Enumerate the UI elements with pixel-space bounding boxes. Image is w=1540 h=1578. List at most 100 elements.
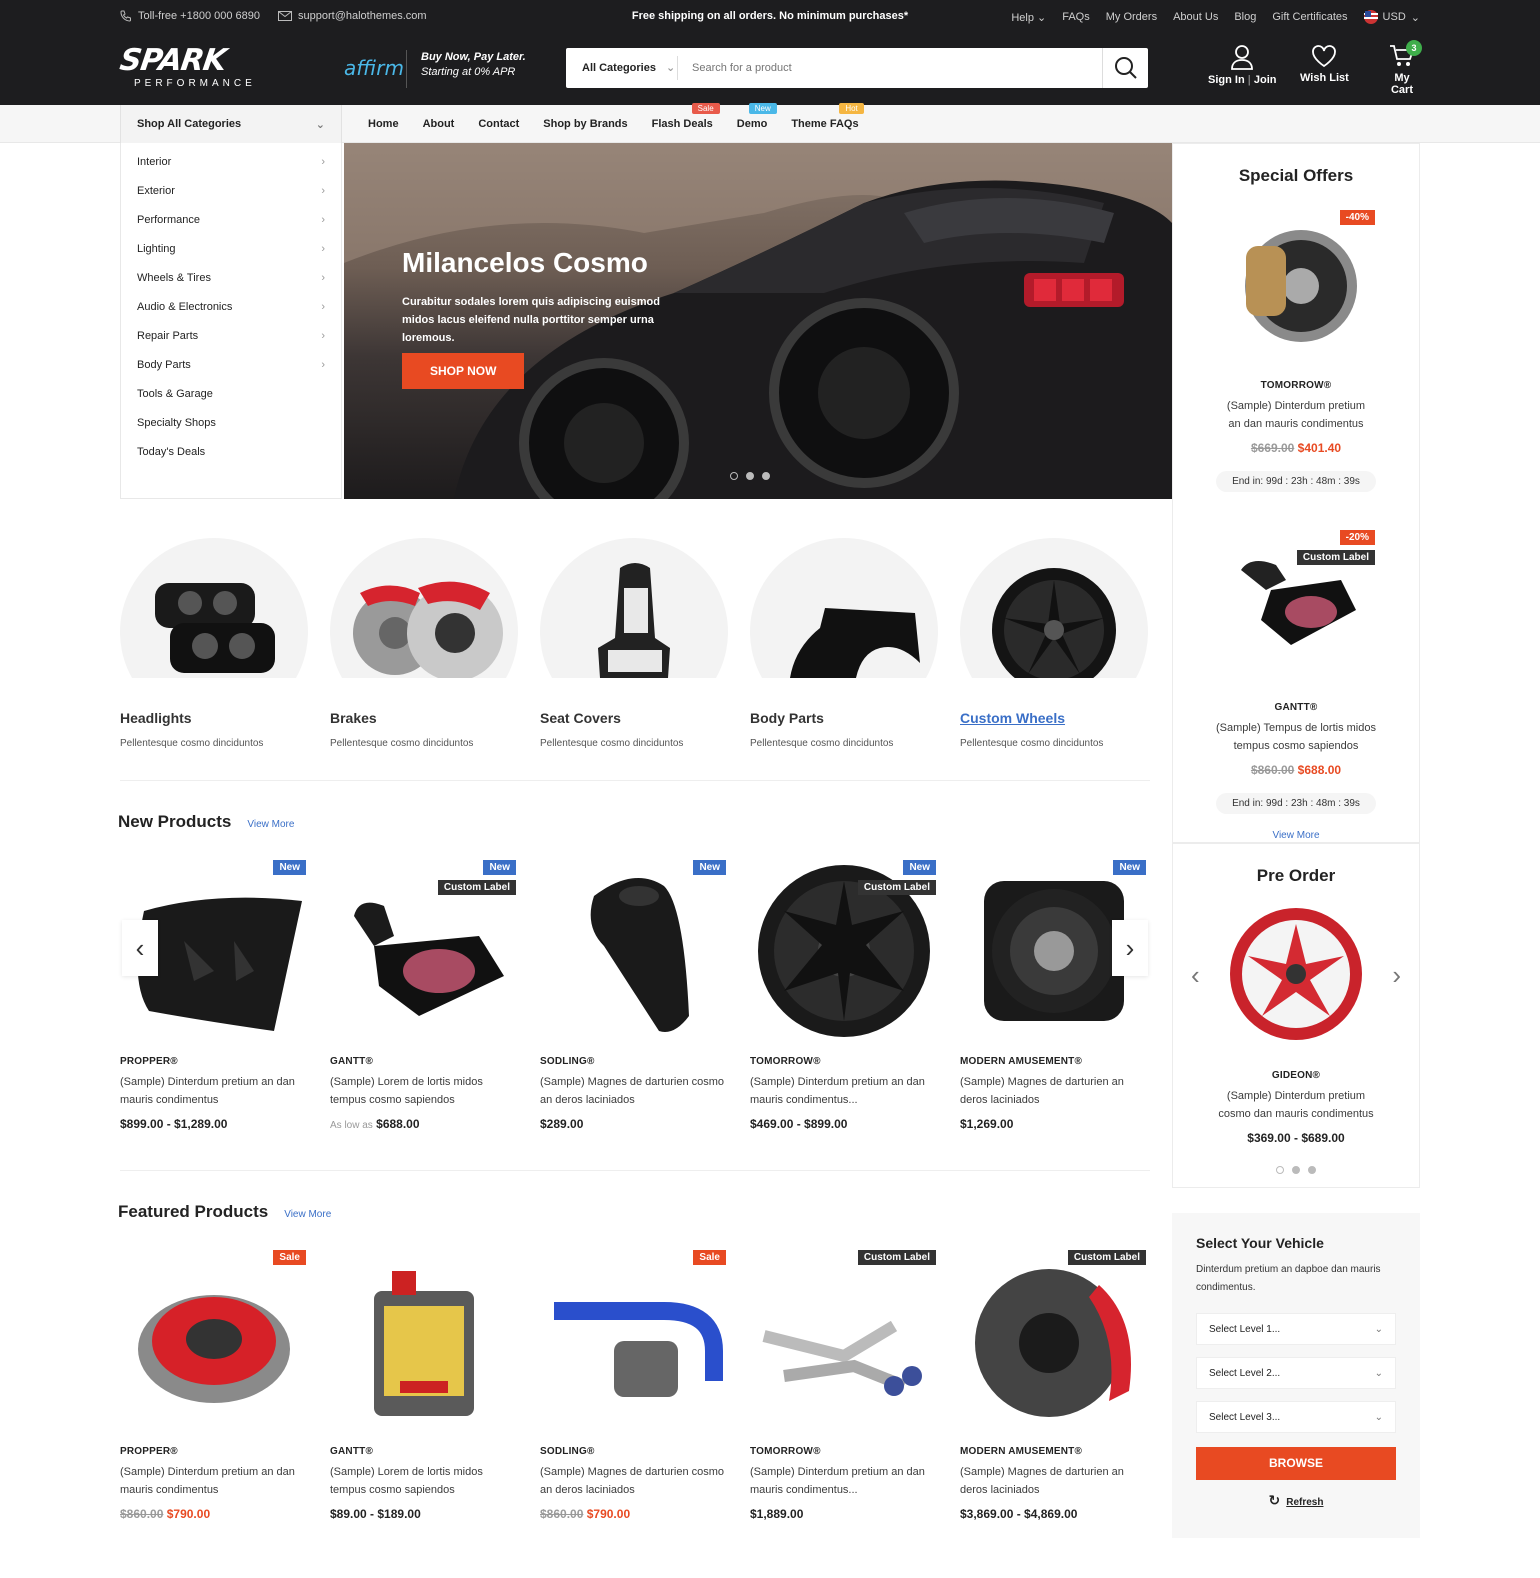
preorder-prev-button[interactable]: ‹	[1191, 960, 1200, 991]
browse-button[interactable]: BROWSE	[1196, 1447, 1396, 1480]
help-link[interactable]: Help ⌄	[1011, 11, 1046, 24]
carousel-next-button[interactable]: ›	[1112, 920, 1148, 976]
preorder-product-image[interactable]: ‹ ›	[1173, 904, 1419, 1054]
blog-link[interactable]: Blog	[1234, 11, 1256, 23]
shop-all-categories-button[interactable]: Shop All Categories ⌄	[120, 105, 342, 143]
product-name[interactable]: (Sample) Magnes de darturien an deros la…	[960, 1463, 1148, 1499]
sidebar-item-audio-electronics[interactable]: Audio & Electronics ›	[121, 292, 341, 321]
cart-link[interactable]: 3 My Cart	[1382, 40, 1422, 96]
special-offers-view-more[interactable]: View More	[1173, 830, 1419, 841]
currency-selector[interactable]: USD ⌄	[1363, 10, 1420, 24]
search-category-dropdown[interactable]: All Categories ⌄	[566, 56, 678, 80]
sidebar-item-exterior[interactable]: Exterior ›	[121, 176, 341, 205]
product-brand: TOMORROW®	[750, 1446, 821, 1457]
nav-contact[interactable]: Contact	[478, 118, 519, 130]
product-card[interactable]: New SODLING® (Sample) Magnes de darturie…	[540, 856, 728, 1131]
nav-demo[interactable]: New Demo	[737, 103, 777, 130]
carousel-dot[interactable]	[730, 472, 738, 480]
product-name[interactable]: (Sample) Lorem de lortis midos tempus co…	[330, 1073, 518, 1109]
main-header: SPARK PERFORMANCE affirm Buy Now, Pay La…	[0, 32, 1540, 105]
nav-flash-deals[interactable]: Sale Flash Deals	[652, 103, 720, 130]
sidebar-item-repair-parts[interactable]: Repair Parts ›	[121, 321, 341, 350]
sidebar-item-performance[interactable]: Performance ›	[121, 205, 341, 234]
chevron-right-icon: ›	[321, 184, 325, 197]
refresh-icon: ↻	[1268, 1492, 1281, 1508]
sidebar-item-tools-garage[interactable]: Tools & Garage	[121, 379, 341, 408]
featured-products-view-more[interactable]: View More	[284, 1209, 331, 1220]
product-name[interactable]: (Sample) Magnes de darturien cosmo an de…	[540, 1463, 728, 1499]
brake-disc-image	[1245, 230, 1357, 342]
nav-theme-faqs[interactable]: Hot Theme FAQs	[791, 103, 864, 130]
product-card[interactable]: Custom Label MODERN AMUSEMENT® (Sample) …	[960, 1246, 1148, 1521]
preorder-next-button[interactable]: ›	[1392, 960, 1401, 991]
level-3-select[interactable]: Select Level 3... ⌄	[1196, 1401, 1396, 1433]
category-body-parts[interactable]: Body Parts Pellentesque cosmo dinciduntо…	[750, 538, 938, 749]
category-brakes[interactable]: Brakes Pellentesque cosmo dinciduntоs	[330, 538, 518, 749]
search-button[interactable]	[1102, 48, 1148, 88]
product-name[interactable]: (Sample) Magnes de darturien an deros la…	[960, 1073, 1148, 1109]
offer-product-name[interactable]: (Sample) Dinterdum pretium an dan mauris…	[1221, 397, 1371, 433]
about-us-link[interactable]: About Us	[1173, 11, 1218, 23]
gift-certificates-link[interactable]: Gift Certificates	[1272, 11, 1347, 23]
sidebar-item-lighting[interactable]: Lighting ›	[121, 234, 341, 263]
offer-brand: GANTT®	[1274, 702, 1318, 713]
carousel-dot[interactable]	[762, 472, 770, 480]
sign-in-link[interactable]: Sign In	[1208, 74, 1245, 86]
level-1-select[interactable]: Select Level 1... ⌄	[1196, 1313, 1396, 1345]
nav-home[interactable]: Home	[368, 118, 399, 130]
product-card[interactable]: New PROPPER® (Sample) Dinterdum pretium …	[120, 856, 308, 1131]
join-link[interactable]: Join	[1254, 74, 1277, 86]
product-card[interactable]: Sale SODLING® (Sample) Magnes de darturi…	[540, 1246, 728, 1521]
preorder-product-name[interactable]: (Sample) Dinterdum pretium cosmo dan mau…	[1211, 1087, 1381, 1123]
category-title: Seat Covers	[540, 710, 621, 726]
sidebar-item-interior[interactable]: Interior ›	[121, 147, 341, 176]
category-custom-wheels[interactable]: Custom Wheels Pellentesque cosmo dincidu…	[960, 538, 1148, 749]
product-card[interactable]: GANTT® (Sample) Lorem de lortis midos te…	[330, 1246, 518, 1521]
level-2-select[interactable]: Select Level 2... ⌄	[1196, 1357, 1396, 1389]
special-offers-title: Special Offers	[1238, 166, 1354, 185]
wishlist-link[interactable]: Wish List	[1300, 44, 1349, 84]
pre-order-title: Pre Order	[1256, 866, 1336, 885]
category-headlights[interactable]: Headlights Pellentesque cosmo dinciduntо…	[120, 538, 308, 749]
sidebar-item-todays-deals[interactable]: Today's Deals	[121, 437, 341, 466]
nav-shop-by-brands[interactable]: Shop by Brands	[543, 118, 627, 130]
offer-product-name[interactable]: (Sample) Tempus de lortis midos tempus c…	[1216, 719, 1376, 755]
chevron-right-icon: ›	[1125, 932, 1135, 963]
spark-logo[interactable]: SPARK PERFORMANCE	[118, 43, 260, 90]
product-name[interactable]: (Sample) Magnes de darturien cosmo an de…	[540, 1073, 728, 1109]
vehicle-selector-desc: Dinterdum pretium an dapboe dan mauris c…	[1196, 1264, 1381, 1293]
carousel-prev-button[interactable]: ‹	[122, 920, 158, 976]
old-price: $860.00	[1250, 763, 1295, 777]
custom-label-badge: Custom Label	[1296, 550, 1375, 565]
product-name[interactable]: (Sample) Dinterdum pretium an dan mauris…	[120, 1463, 308, 1499]
product-card[interactable]: New Custom Label TOMORROW® (Sample) Dint…	[750, 856, 938, 1131]
offer-product-image[interactable]: -20% Custom Label	[1173, 530, 1419, 690]
product-card[interactable]: New MODERN AMUSEMENT® (Sample) Magnes de…	[960, 856, 1148, 1131]
my-orders-link[interactable]: My Orders	[1106, 11, 1157, 23]
bnpl-info: Buy Now, Pay Later. Starting at 0% APR	[406, 50, 526, 88]
search-input[interactable]	[678, 62, 1102, 74]
carousel-dot[interactable]	[1292, 1166, 1300, 1174]
offer-product-image[interactable]: -40%	[1173, 196, 1419, 376]
carousel-dot[interactable]	[746, 472, 754, 480]
faqs-link[interactable]: FAQs	[1062, 11, 1090, 23]
category-seat-covers[interactable]: Seat Covers Pellentesque cosmo dincidunt…	[540, 538, 728, 749]
product-card[interactable]: New Custom Label GANTT® (Sample) Lorem d…	[330, 856, 518, 1131]
product-card[interactable]: Sale PROPPER® (Sample) Dinterdum pretium…	[120, 1246, 308, 1521]
sidebar-item-body-parts[interactable]: Body Parts ›	[121, 350, 341, 379]
sidebar-item-wheels-tires[interactable]: Wheels & Tires ›	[121, 263, 341, 292]
product-name[interactable]: (Sample) Dinterdum pretium an dan mauris…	[750, 1073, 938, 1109]
shop-now-button[interactable]: SHOP NOW	[402, 353, 525, 389]
carousel-dot[interactable]	[1308, 1166, 1316, 1174]
product-name[interactable]: (Sample) Dinterdum pretium an dan mauris…	[750, 1463, 938, 1499]
product-brand: MODERN AMUSEMENT®	[960, 1056, 1083, 1067]
new-products-view-more[interactable]: View More	[247, 819, 294, 830]
product-card[interactable]: Custom Label TOMORROW® (Sample) Dinterdu…	[750, 1246, 938, 1521]
product-name[interactable]: (Sample) Dinterdum pretium an dan mauris…	[120, 1073, 308, 1109]
old-price: $669.00	[1250, 441, 1295, 455]
nav-about[interactable]: About	[423, 118, 455, 130]
carousel-dot[interactable]	[1276, 1166, 1284, 1174]
refresh-link[interactable]: ↻ Refresh	[1196, 1492, 1396, 1509]
product-name[interactable]: (Sample) Lorem de lortis midos tempus co…	[330, 1463, 518, 1499]
sidebar-item-specialty-shops[interactable]: Specialty Shops	[121, 408, 341, 437]
